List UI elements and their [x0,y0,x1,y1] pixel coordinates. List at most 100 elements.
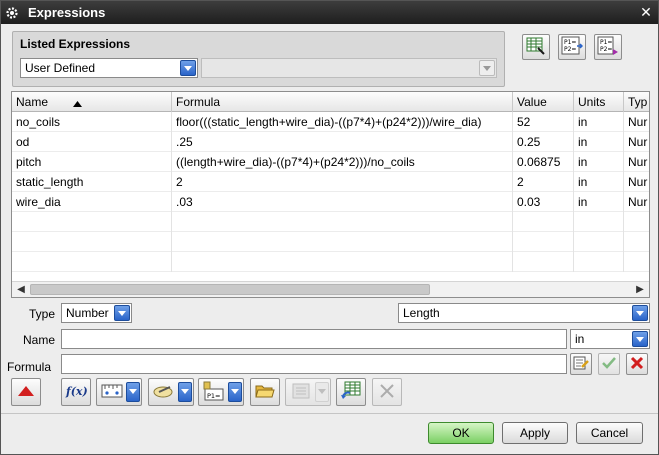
svg-text:P2=: P2= [564,46,576,53]
cell-value: 0.03 [513,192,574,212]
reject-edit-button[interactable] [626,353,648,375]
listed-secondary-dropdown [201,58,497,78]
folder-open-icon [255,383,275,402]
scrollbar-thumb[interactable] [30,284,430,295]
name-input[interactable] [61,329,567,349]
cell-type: Nur [628,155,648,169]
svg-text:P2=: P2= [600,46,612,53]
export-expressions-button[interactable]: P1= P2= [594,34,622,60]
column-header-value[interactable]: Value [513,92,574,112]
spreadsheet-refresh-icon [340,381,362,404]
column-header-type[interactable]: Typ [624,92,649,112]
red-triangle-up-icon [18,385,34,399]
chevron-down-icon[interactable] [632,305,648,321]
table-row[interactable]: static_length 2 2 in Nur [12,172,649,192]
chevron-down-icon[interactable] [178,382,192,402]
cell-formula: 2 [172,172,513,192]
checkmark-icon [601,356,617,373]
measure-distance-button[interactable] [96,378,142,406]
cell-formula: ((length+wire_dia)-((p7*4)+(p24*2)))/no_… [172,152,513,172]
cell-type: Nur [628,175,648,189]
cell-name: static_length [12,172,172,192]
function-fx-icon: f(x) [65,383,88,402]
expressions-dialog: Expressions ✕ Listed Expressions User De… [0,0,659,455]
listed-filter-value: User Defined [25,61,96,75]
list-references-button[interactable]: P1= P2= [558,34,586,60]
cell-formula: floor(((static_length+wire_dia)-((p7*4)+… [172,112,513,132]
column-header-name[interactable]: Name [12,92,172,112]
parameter-link-icon: P1= [202,381,226,404]
cell-value: 52 [513,112,574,132]
scroll-right-icon[interactable]: ▶ [632,282,648,297]
expressions-table[interactable]: Name Formula Value Units Typ no_coils flo… [11,91,650,298]
name-label: Name [22,333,55,347]
cell-value: 2 [513,172,574,192]
cell-units: in [574,192,624,212]
title-bar: Expressions ✕ [1,1,658,24]
ok-button[interactable]: OK [428,422,494,444]
cell-name: wire_dia [12,192,172,212]
chevron-down-icon [479,60,495,76]
cell-type: Nur [628,135,648,149]
cell-value: 0.06875 [513,152,574,172]
create-interpart-button[interactable]: P1= [198,378,244,406]
svg-text:P1=: P1= [207,392,221,400]
function-button[interactable]: f(x) [61,378,91,406]
collapse-toggle-button[interactable] [11,378,41,406]
delete-x-icon [379,383,395,402]
units-value: in [575,332,585,346]
chevron-down-icon[interactable] [114,305,130,321]
ruler-icon [101,383,123,402]
cell-formula: .03 [172,192,513,212]
svg-text:f(x): f(x) [65,385,87,398]
cell-type: Nur [628,195,648,209]
edit-pencil-icon [573,355,589,374]
spreadsheet-edit-button[interactable] [522,34,550,60]
table-row[interactable]: wire_dia .03 0.03 in Nur [12,192,649,212]
formula-edit-button[interactable] [570,353,592,375]
table-row-empty [12,212,649,232]
listed-filter-dropdown[interactable]: User Defined [20,58,198,78]
cell-formula: .25 [172,132,513,152]
table-row[interactable]: no_coils floor(((static_length+wire_dia)-… [12,112,649,132]
chevron-down-icon[interactable] [126,382,140,402]
listed-expressions-group: Listed Expressions User Defined [12,31,505,87]
parameter-list-icon: P1= P2= [561,36,584,59]
horizontal-scrollbar[interactable]: ◀ ▶ [12,281,649,297]
open-file-button[interactable] [250,378,280,406]
pencil-tag-icon [153,383,175,402]
chevron-down-icon[interactable] [632,331,648,347]
gear-icon[interactable] [4,5,20,21]
cancel-button[interactable]: Cancel [576,422,643,444]
table-row[interactable]: od .25 0.25 in Nur [12,132,649,152]
listed-expressions-label: Listed Expressions [20,37,131,51]
table-row[interactable]: pitch ((length+wire_dia)-((p7*4)+(p24*2))… [12,152,649,172]
units-dropdown[interactable]: in [570,329,650,349]
column-header-formula[interactable]: Formula [172,92,513,112]
chevron-down-icon[interactable] [180,60,196,76]
function-query-button[interactable] [148,378,194,406]
type-dropdown[interactable]: Number [61,303,132,323]
formula-label: Formula [7,360,52,374]
cell-name: od [12,132,172,152]
window-title: Expressions [28,5,106,20]
apply-button[interactable]: Apply [502,422,568,444]
formula-input[interactable] [61,354,567,374]
red-x-icon [630,356,644,373]
svg-text:P1=: P1= [600,39,612,46]
dimension-dropdown[interactable]: Length [398,303,650,323]
refresh-spreadsheet-button[interactable] [336,378,366,406]
accept-edit-button[interactable] [598,353,620,375]
cell-units: in [574,152,624,172]
column-header-units[interactable]: Units [574,92,624,112]
chevron-down-icon[interactable] [228,382,242,402]
parameter-export-icon: P1= P2= [597,36,619,59]
close-icon[interactable]: ✕ [638,4,654,20]
scroll-left-icon[interactable]: ◀ [13,282,29,297]
cell-units: in [574,112,624,132]
table-header: Name Formula Value Units Typ [12,92,649,112]
cell-units: in [574,132,624,152]
svg-text:P1=: P1= [564,39,576,46]
delete-expression-button [372,378,402,406]
cell-name: pitch [12,152,172,172]
